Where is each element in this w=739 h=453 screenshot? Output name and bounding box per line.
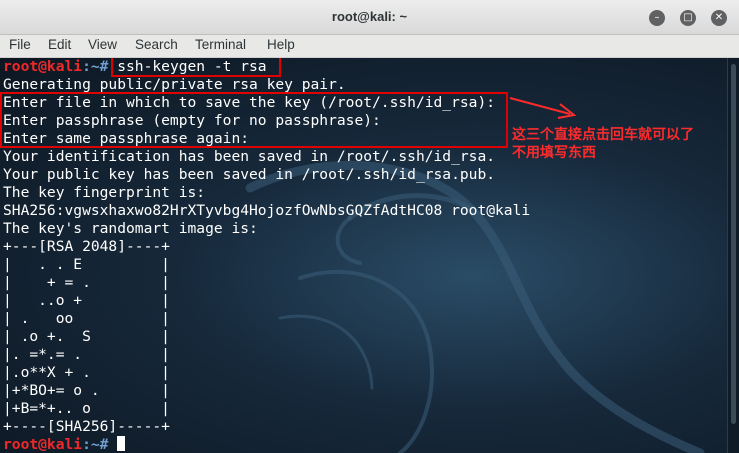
randomart-line: |+*BO+= o . | [3, 382, 170, 399]
menu-help[interactable]: Help [267, 37, 295, 52]
output-line: The key's randomart image is: [3, 220, 258, 237]
menu-file[interactable]: File [9, 37, 31, 52]
randomart-line: |+B=*+.. o | [3, 400, 170, 417]
menu-search[interactable]: Search [135, 37, 178, 52]
close-button[interactable]: ✕ [711, 10, 727, 26]
menu-view[interactable]: View [88, 37, 117, 52]
prompt-path: :~# [82, 58, 109, 75]
annotation-line-2: 不用填写东西 [512, 145, 596, 161]
randomart-line: |.o**X + . | [3, 364, 170, 381]
prompt-path: :~# [82, 436, 109, 453]
scrollbar-thumb[interactable] [731, 64, 736, 424]
minimize-button[interactable]: – [649, 10, 665, 26]
annotation-line-1: 这三个直接点击回车就可以了 [512, 127, 694, 143]
command-highlight-box [111, 58, 281, 77]
output-line: Your public key has been saved in /root/… [3, 166, 496, 183]
vertical-scrollbar[interactable] [727, 58, 739, 453]
randomart-line: |. =*.= . | [3, 346, 170, 363]
randomart-line: | ..o + | [3, 292, 170, 309]
title-bar[interactable]: root@kali: ~ – □ ✕ [0, 0, 739, 35]
randomart-line: | . . E | [3, 256, 170, 273]
window-title: root@kali: ~ [331, 9, 408, 24]
terminal-window: root@kali: ~ – □ ✕ File Edit View Search… [0, 0, 739, 453]
randomart-line: +----[SHA256]-----+ [3, 418, 170, 435]
prompt-user: root@kali [3, 58, 83, 75]
randomart-line: | + = . | [3, 274, 170, 291]
randomart-line: | .o +. S | [3, 328, 170, 345]
menu-terminal[interactable]: Terminal [195, 37, 246, 52]
final-prompt-line: root@kali:~# [3, 436, 126, 453]
output-line: Your identification has been saved in /r… [3, 148, 496, 165]
terminal-area[interactable]: root@kali:~# ssh-keygen -t rsa Generatin… [0, 58, 727, 453]
cursor [117, 436, 126, 451]
arrow-icon [509, 97, 577, 119]
output-line: The key fingerprint is: [3, 184, 206, 201]
randomart-line: +---[RSA 2048]----+ [3, 238, 170, 255]
prompt-user: root@kali [3, 436, 83, 453]
randomart-line: | . oo | [3, 310, 170, 327]
output-line: SHA256:vgwsxhaxwo82HrXTyvbg4HojozfOwNbsG… [3, 202, 531, 219]
menu-bar: File Edit View Search Terminal Help [0, 35, 739, 58]
menu-edit[interactable]: Edit [48, 37, 71, 52]
prompts-highlight-box [0, 92, 508, 148]
maximize-button[interactable]: □ [680, 10, 696, 26]
